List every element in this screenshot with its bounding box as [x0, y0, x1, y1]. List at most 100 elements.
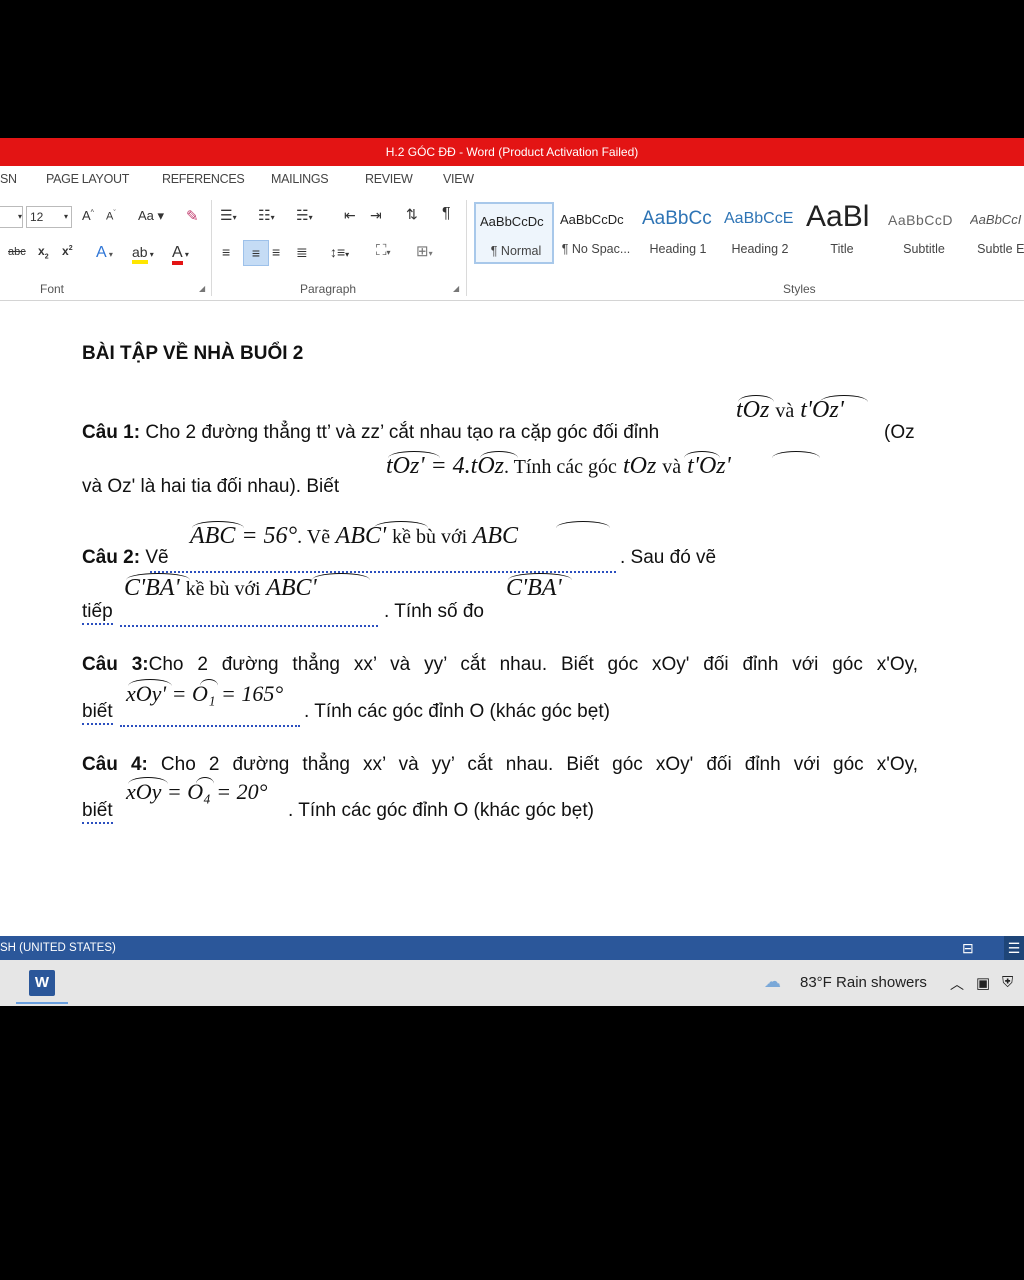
taskbar: W ☁ 83°F Rain showers ︿ ▣ ⛨ [0, 960, 1024, 1006]
grow-font-icon[interactable]: A^ [82, 208, 94, 223]
numbering-icon[interactable]: ☷▾ [258, 207, 275, 224]
title-bar: H.2 GÓC ĐĐ - Word (Product Activation Fa… [0, 138, 1024, 166]
shrink-font-icon[interactable]: Aˇ [106, 210, 116, 223]
subscript-icon[interactable]: x2 [38, 244, 49, 260]
angle-arc [388, 451, 440, 458]
q4-tail: . Tính các góc đỉnh O (khác góc bẹt) [288, 800, 594, 821]
borders-icon[interactable]: ⊞▾ [416, 242, 433, 260]
style-subtle-emphasis[interactable]: AaBbCcI Subtle Em [966, 202, 1024, 264]
font-color-icon[interactable]: A ▾ [172, 244, 189, 265]
increase-indent-icon[interactable]: ⇥ [370, 207, 382, 224]
font-size-dropdown[interactable]: 12 ▾ [26, 206, 72, 228]
q2-line1: Câu 2: Vẽ [82, 547, 169, 568]
status-bar: SH (UNITED STATES) ⊟ ☰ [0, 936, 1024, 960]
multilevel-list-icon[interactable]: ☵▾ [296, 207, 313, 224]
active-indicator [16, 1002, 68, 1004]
tab-view[interactable]: VIEW [443, 172, 474, 186]
clear-formatting-icon[interactable]: ✎ [186, 207, 199, 225]
q3-line1: Câu 3:Cho 2 đường thẳng xx’ và yy’ cắt n… [82, 654, 918, 675]
styles-gallery: AaBbCcDc ¶ Normal AaBbCcDc ¶ No Spac... … [472, 200, 1024, 266]
strikethrough-icon[interactable]: abc [8, 246, 26, 258]
align-right-icon[interactable]: ≡ [272, 244, 280, 260]
angle-arc [196, 777, 214, 784]
show-formatting-icon[interactable]: ¶ [442, 205, 451, 223]
spelling-underline [120, 625, 378, 627]
tab-references[interactable]: REFERENCES [162, 172, 245, 186]
angle-arc [508, 573, 572, 580]
q1-text: Cho 2 đường thẳng tt’ và zz’ cắt nhau tạ… [140, 422, 660, 443]
style-subtitle[interactable]: AaBbCcD Subtitle [884, 202, 964, 264]
decrease-indent-icon[interactable]: ⇤ [344, 207, 356, 224]
q4-biet: biết [82, 800, 113, 824]
style-normal[interactable]: AaBbCcDc ¶ Normal [474, 202, 554, 264]
q2-tiep: tiếp [82, 601, 113, 625]
paragraph-dialog-launcher-icon[interactable]: ◢ [453, 284, 459, 293]
page-title: BÀI TẬP VỀ NHÀ BUỔI 2 [82, 343, 304, 364]
word-window: H.2 GÓC ĐĐ - Word (Product Activation Fa… [0, 138, 1024, 1006]
weather-icon[interactable]: ☁ [764, 972, 781, 992]
sort-icon[interactable]: ⇅ [406, 206, 418, 223]
angle-arc [820, 395, 868, 402]
q2-tail: . Sau đó vẽ [620, 547, 717, 568]
angle-arc [684, 451, 720, 458]
angle-arc [556, 521, 610, 528]
ribbon: ▾ 12 ▾ A^ Aˇ Aa ▾ ✎ abc x2 x2 A ▾ ab ▾ A … [0, 192, 1024, 301]
angle-arc [128, 777, 168, 784]
style-title[interactable]: AaBl Title [802, 200, 882, 264]
q1-label: Câu 1: [82, 422, 141, 443]
language-status[interactable]: SH (UNITED STATES) [0, 936, 116, 960]
tab-review[interactable]: REVIEW [365, 172, 413, 186]
chevron-up-icon[interactable]: ︿ [950, 974, 964, 994]
tray-app-icon[interactable]: ▣ [976, 974, 990, 992]
group-divider [466, 200, 467, 296]
angle-arc [200, 679, 218, 686]
line-spacing-icon[interactable]: ↕≡▾ [330, 244, 349, 260]
weather-text[interactable]: 83°F Rain showers [800, 974, 927, 991]
document-page[interactable]: BÀI TẬP VỀ NHÀ BUỔI 2 Câu 1: Cho 2 đường… [0, 301, 1024, 936]
shading-icon[interactable]: ⛶▾ [376, 242, 391, 259]
change-case-icon[interactable]: Aa ▾ [138, 208, 164, 224]
q3-biet: biết [82, 701, 113, 725]
styles-group-label: Styles [783, 282, 816, 296]
angle-arc [772, 451, 820, 458]
angle-arc [738, 395, 774, 402]
spelling-underline [120, 725, 300, 727]
q1-tail: (Oz [884, 422, 915, 443]
tab-mailings[interactable]: MAILINGS [271, 172, 329, 186]
angle-arc [128, 679, 172, 686]
style-no-spacing[interactable]: AaBbCcDc ¶ No Spac... [556, 202, 636, 264]
style-heading-1[interactable]: AaBbCc Heading 1 [638, 202, 718, 264]
paragraph-group-label: Paragraph [300, 282, 357, 296]
tab-design[interactable]: SN [0, 172, 17, 186]
q2-label: Câu 2: [82, 547, 141, 568]
read-mode-icon[interactable]: ⊟ [962, 936, 974, 960]
security-shield-icon[interactable]: ⛨ [1002, 974, 1013, 991]
font-group-label: Font [40, 282, 65, 296]
angle-arc [374, 521, 428, 528]
style-heading-2[interactable]: AaBbCcE Heading 2 [720, 202, 800, 264]
angle-arc [126, 573, 190, 580]
justify-icon[interactable]: ≣ [296, 244, 308, 261]
superscript-icon[interactable]: x2 [62, 244, 73, 258]
q1-line2: và Oz' là hai tia đối nhau). Biết [82, 476, 340, 497]
font-size-value: 12 [30, 210, 44, 224]
group-divider [211, 200, 212, 296]
font-name-dropdown[interactable]: ▾ [0, 206, 23, 228]
ribbon-tabs: SN PAGE LAYOUT REFERENCES MAILINGS REVIE… [0, 166, 1024, 192]
highlight-icon[interactable]: ab ▾ [132, 244, 154, 264]
align-left-icon[interactable]: ≡ [222, 244, 230, 260]
center-align-icon[interactable]: ≡ [243, 240, 269, 266]
angle-arc [480, 451, 518, 458]
text-effects-icon[interactable]: A ▾ [96, 244, 113, 262]
print-layout-icon[interactable]: ☰ [1004, 936, 1024, 960]
tab-page-layout[interactable]: PAGE LAYOUT [46, 172, 129, 186]
angle-arc [312, 573, 370, 580]
q1-line1: Câu 1: Cho 2 đường thẳng tt’ và zz’ cắt … [82, 422, 659, 444]
font-dialog-launcher-icon[interactable]: ◢ [199, 284, 205, 293]
q2-tail2: . Tính số đo [384, 601, 484, 622]
word-logo-icon: W [29, 970, 55, 996]
q4-line1: Câu 4: Cho 2 đường thẳng xx’ và yy’ cắt … [82, 754, 918, 775]
bullets-icon[interactable]: ☰▾ [220, 207, 237, 224]
word-taskbar-icon[interactable]: W [16, 966, 68, 1004]
angle-arc [192, 521, 244, 528]
